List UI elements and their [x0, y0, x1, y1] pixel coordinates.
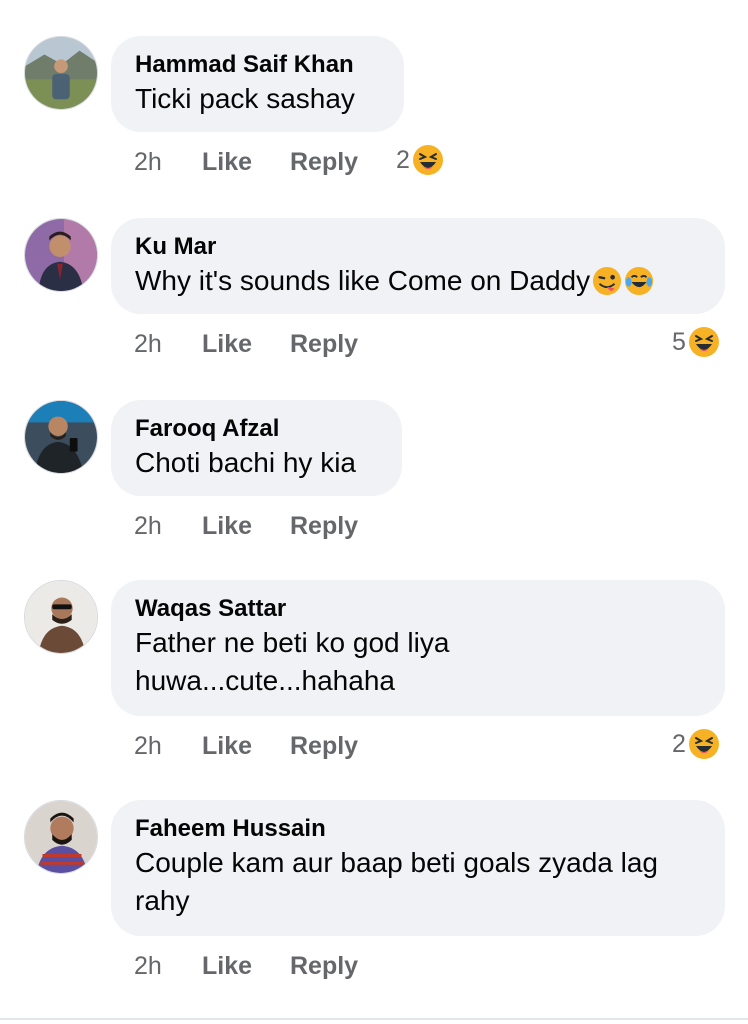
comment-bubble: Waqas Sattar Father ne beti ko god liya …	[111, 580, 725, 716]
comment-author[interactable]: Faheem Hussain	[135, 814, 701, 844]
comment-bubble: Farooq Afzal Choti bachi hy kia	[111, 400, 402, 496]
like-button[interactable]: Like	[202, 732, 252, 761]
comment-time[interactable]: 2h	[134, 330, 162, 359]
tears-of-joy-emoji-icon	[625, 266, 654, 296]
comment-author[interactable]: Hammad Saif Khan	[135, 50, 380, 80]
reply-button[interactable]: Reply	[290, 952, 358, 981]
comment-bubble: Ku Mar Why it's sounds like Come on Dadd…	[111, 218, 725, 314]
like-button[interactable]: Like	[202, 952, 252, 981]
comment-author[interactable]: Waqas Sattar	[135, 594, 701, 624]
reply-button[interactable]: Reply	[290, 732, 358, 761]
reaction-summary[interactable]: 2	[396, 144, 444, 176]
comment-time[interactable]: 2h	[134, 732, 162, 761]
like-button[interactable]: Like	[202, 148, 252, 177]
winking-tongue-emoji-icon	[593, 266, 622, 296]
comment-author[interactable]: Farooq Afzal	[135, 414, 378, 444]
laughing-squint-emoji-icon	[688, 327, 719, 357]
reply-button[interactable]: Reply	[290, 512, 358, 541]
comment-text-line-1: Couple kam aur baap beti goals zyada lag	[135, 847, 659, 878]
laughing-squint-emoji-icon	[412, 145, 443, 175]
reaction-summary[interactable]: 5	[672, 326, 720, 358]
comment-text-line-2: huwa...cute...hahaha	[135, 665, 395, 696]
avatar[interactable]	[24, 800, 98, 874]
comment-text: Why it's sounds like Come on Daddy	[135, 262, 701, 300]
reaction-count: 2	[672, 729, 686, 758]
comment-time[interactable]: 2h	[134, 952, 162, 981]
reaction-count: 2	[396, 145, 410, 174]
reply-button[interactable]: Reply	[290, 330, 358, 359]
comment-author[interactable]: Ku Mar	[135, 232, 701, 262]
reaction-summary[interactable]: 2	[672, 728, 720, 760]
comment-text: Choti bachi hy kia	[135, 447, 357, 478]
avatar[interactable]	[24, 218, 98, 292]
divider	[0, 1018, 748, 1020]
comment-time[interactable]: 2h	[134, 512, 162, 541]
laughing-squint-emoji-icon	[688, 729, 719, 759]
avatar[interactable]	[24, 580, 98, 654]
comment-text-line-2: rahy	[135, 885, 190, 916]
avatar[interactable]	[24, 36, 98, 110]
comment-text: Ticki pack sashay	[135, 83, 355, 114]
comment-bubble: Hammad Saif Khan Ticki pack sashay	[111, 36, 404, 132]
comment-text-content: Why it's sounds like Come on Daddy	[135, 265, 591, 296]
like-button[interactable]: Like	[202, 512, 252, 541]
reaction-count: 5	[672, 327, 686, 356]
reply-button[interactable]: Reply	[290, 148, 358, 177]
comment-bubble: Faheem Hussain Couple kam aur baap beti …	[111, 800, 725, 936]
comment-text-line-1: Father ne beti ko god liya	[135, 627, 450, 658]
like-button[interactable]: Like	[202, 330, 252, 359]
avatar[interactable]	[24, 400, 98, 474]
comment-time[interactable]: 2h	[134, 148, 162, 177]
